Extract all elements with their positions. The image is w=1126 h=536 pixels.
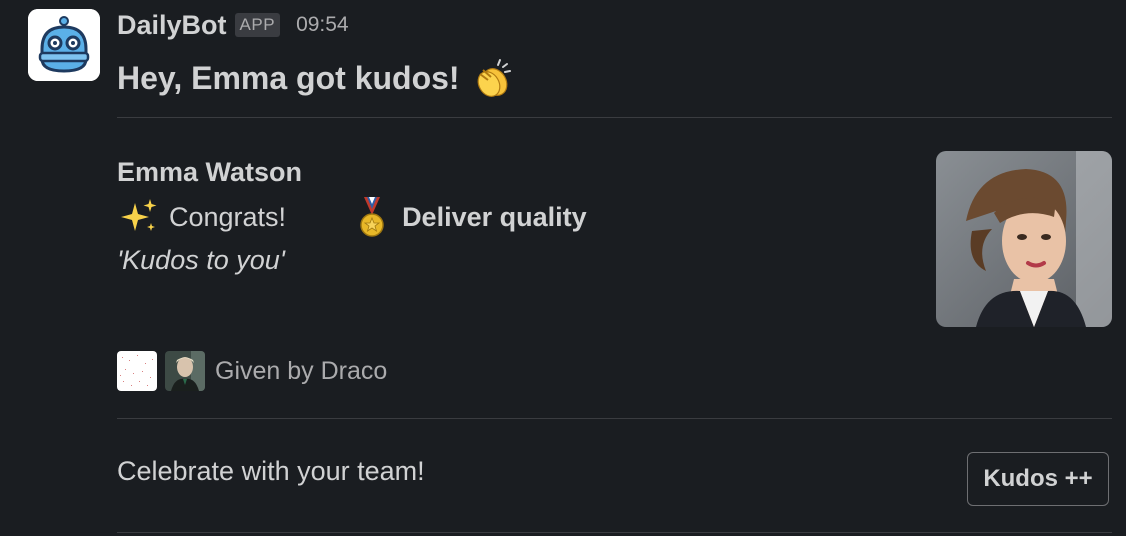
given-by-text: Given by Draco xyxy=(215,356,388,385)
kudos-fields: Congrats! Deliver quality xyxy=(117,194,587,240)
kudos-quote: 'Kudos to you' xyxy=(117,245,285,275)
giver-avatar[interactable] xyxy=(165,351,205,391)
value-text: Deliver quality xyxy=(402,201,587,232)
clapping-hands-icon xyxy=(470,56,514,100)
timestamp[interactable]: 09:54 xyxy=(296,13,349,37)
chat-message: DailyBot APP 09:54 Hey, Emma got kudos! xyxy=(0,0,1126,536)
sender-name[interactable]: DailyBot xyxy=(117,10,227,41)
giver-avatar-placeholder[interactable] xyxy=(117,351,157,391)
kudos-plus-button[interactable]: Kudos ++ xyxy=(967,452,1109,506)
given-by-row: Given by Draco xyxy=(117,350,387,392)
divider xyxy=(117,117,1112,118)
robot-icon xyxy=(28,9,100,81)
headline-text: Hey, Emma got kudos! xyxy=(117,59,460,96)
kudos-recipient: Emma Watson xyxy=(117,157,303,187)
bot-avatar[interactable] xyxy=(28,9,100,81)
app-badge: APP xyxy=(234,13,281,37)
celebrate-prompt: Celebrate with your team! xyxy=(117,456,425,486)
sparkles-icon xyxy=(117,195,161,239)
kudos-value: Deliver quality xyxy=(350,195,587,239)
message-header: DailyBot APP 09:54 xyxy=(117,8,349,42)
message-headline: Hey, Emma got kudos! xyxy=(117,56,514,100)
divider xyxy=(117,418,1112,419)
kudos-reason: Congrats! xyxy=(117,195,286,239)
medal-icon xyxy=(350,195,394,239)
reason-text: Congrats! xyxy=(169,201,287,232)
divider xyxy=(117,532,1112,533)
recipient-photo[interactable] xyxy=(936,151,1112,327)
